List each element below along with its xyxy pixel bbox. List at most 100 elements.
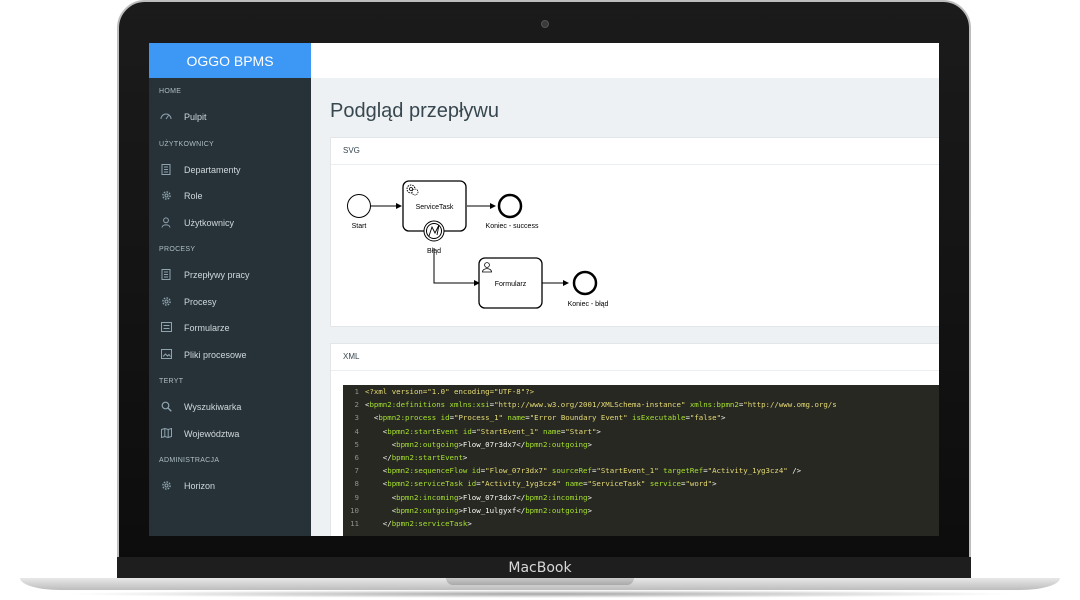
sidebar-item-label: Pliki procesowe bbox=[184, 349, 247, 360]
sidebar-item-label: Departamenty bbox=[184, 164, 241, 175]
code-token: bpmn2:incoming bbox=[525, 492, 588, 502]
screen: OGGO BPMS HOME Pulpit UŻYTKOWNICY Depart… bbox=[149, 43, 939, 536]
gear-icon bbox=[159, 190, 173, 202]
code-line: 7 <bpmn2:sequenceFlow id="Flow_07r3dx7" … bbox=[343, 464, 939, 477]
sidebar-item-label: Formularze bbox=[184, 323, 230, 333]
code-token: targetRef bbox=[658, 466, 704, 476]
image-icon bbox=[159, 348, 173, 361]
code-token: id bbox=[436, 413, 450, 423]
code-token: "Process_1" bbox=[454, 413, 503, 423]
sidebar-item-label: Przepływy pracy bbox=[184, 270, 250, 280]
code-token: id bbox=[462, 479, 477, 489]
code-token: > bbox=[587, 439, 592, 449]
sidebar-item-pulpit[interactable]: Pulpit bbox=[149, 104, 311, 131]
line-number: 9 bbox=[354, 492, 359, 502]
code-token: id bbox=[467, 466, 481, 476]
end-event-success[interactable] bbox=[497, 193, 523, 219]
code-line: 1 <?xml version="1.0" encoding="UTF-8"?> bbox=[343, 385, 939, 398]
code-line: 3 <bpmn2:process id="Process_1" name="Er… bbox=[343, 411, 939, 424]
code-token: "StartEvent_1" bbox=[476, 426, 539, 436]
sidebar-item-label: Województwa bbox=[184, 428, 240, 439]
code-token: bpmn2:startEvent bbox=[391, 452, 463, 462]
sidebar-section-administracja: ADMINISTRACJA bbox=[159, 457, 220, 464]
sidebar-item-horizon[interactable]: Horizon bbox=[149, 473, 311, 500]
code-token: bpmn2:outgoing bbox=[525, 505, 588, 515]
svg-card: SVG Start ServiceTask Błąd Koniec - succ… bbox=[330, 137, 939, 327]
building-icon bbox=[159, 163, 173, 176]
app-logo[interactable]: OGGO BPMS bbox=[149, 43, 311, 78]
code-token: >Flow_07r3dx7</ bbox=[458, 492, 526, 502]
form-icon bbox=[159, 322, 173, 334]
end-event-error-label: Koniec - błąd bbox=[568, 301, 609, 308]
code-line: 8 <bpmn2:serviceTask id="Activity_1yg3cz… bbox=[343, 477, 939, 490]
user-icon bbox=[159, 217, 173, 229]
code-token: bpmn2:process bbox=[378, 413, 437, 423]
code-line: 10 <bpmn2:outgoing>Flow_1ulgyxf</bpmn2:o… bbox=[343, 504, 939, 517]
code-token: bpmn2:sequenceFlow bbox=[387, 466, 468, 476]
sidebar-item-label: Wyszukiwarka bbox=[184, 402, 242, 412]
sidebar-item-label: Horizon bbox=[184, 481, 216, 491]
code-token: </ bbox=[365, 518, 392, 528]
code-line: 4 <bpmn2:startEvent id="StartEvent_1" na… bbox=[343, 425, 939, 438]
code-token: name bbox=[502, 413, 526, 423]
sidebar-section-home: HOME bbox=[159, 88, 182, 95]
code-token: "http://www.w3.org/2001/XMLSchema-instan… bbox=[494, 400, 686, 410]
start-event[interactable] bbox=[347, 194, 371, 218]
line-number: 3 bbox=[354, 413, 359, 423]
form-task-label: Formularz bbox=[495, 281, 527, 288]
code-token: < bbox=[365, 479, 388, 489]
main-content: Podgląd przepływu SVG Start ServiceTask … bbox=[311, 78, 939, 536]
laptop-shadow bbox=[60, 590, 1020, 598]
gear-icon bbox=[159, 480, 173, 492]
sidebar-item-uzytkownicy[interactable]: Użytkownicy bbox=[149, 210, 311, 237]
sidebar-item-pliki-procesowe[interactable]: Pliki procesowe bbox=[149, 342, 311, 369]
sidebar-section-procesy: PROCESY bbox=[159, 246, 196, 253]
line-number: 10 bbox=[350, 505, 359, 515]
camera-icon bbox=[541, 20, 549, 28]
xml-card: XML 1 <?xml version="1.0" encoding="UTF-8… bbox=[330, 343, 939, 536]
sidebar-item-departamenty[interactable]: Departamenty bbox=[149, 157, 311, 184]
error-event-label: Błąd bbox=[427, 248, 441, 255]
code-token: > bbox=[721, 413, 726, 423]
svg-card-header: SVG bbox=[331, 138, 939, 165]
code-token: "Start" bbox=[565, 426, 597, 436]
laptop-base-notch bbox=[446, 578, 634, 585]
code-token: bpmn2:outgoing bbox=[525, 439, 588, 449]
code-token: bpmn2:incoming bbox=[396, 492, 459, 502]
code-token: >Flow_1ulgyxf</ bbox=[458, 505, 526, 515]
code-token: bpmn2:serviceTask bbox=[387, 479, 463, 489]
code-line: 2 <bpmn2:definitions xmlns:xsi="http://ww… bbox=[343, 398, 939, 411]
code-token: bpmn2:definitions bbox=[369, 400, 446, 410]
code-token: "Flow_07r3dx7" bbox=[485, 466, 548, 476]
code-token: </ bbox=[365, 452, 392, 462]
sidebar-section-users: UŻYTKOWNICY bbox=[159, 140, 215, 148]
sidebar-item-label: Użytkownicy bbox=[184, 217, 235, 228]
code-token: "Activity_1yg3cz4" bbox=[480, 479, 561, 489]
line-number: 6 bbox=[354, 452, 359, 462]
sidebar-item-procesy[interactable]: Procesy bbox=[149, 289, 311, 316]
code-token: xmlns:bpmn2 bbox=[685, 400, 739, 410]
sidebar-item-role[interactable]: Role bbox=[149, 183, 311, 210]
code-token: id bbox=[458, 426, 472, 436]
code-token: < bbox=[365, 492, 397, 502]
building-icon bbox=[159, 269, 173, 281]
code-token: < bbox=[365, 439, 397, 449]
device-brand-label: MacBook bbox=[508, 560, 572, 576]
sidebar-item-przeplywy-pracy[interactable]: Przepływy pracy bbox=[149, 262, 311, 289]
xml-code-editor[interactable]: 1 <?xml version="1.0" encoding="UTF-8"?> 2… bbox=[343, 385, 939, 536]
sidebar-item-wojewodztwa[interactable]: Województwa bbox=[149, 421, 311, 448]
sidebar-item-formularze[interactable]: Formularze bbox=[149, 315, 311, 342]
sidebar-item-wyszukiwarka[interactable]: Wyszukiwarka bbox=[149, 394, 311, 421]
code-token: sourceRef bbox=[547, 466, 592, 476]
code-token: /> bbox=[787, 466, 802, 476]
line-number: 8 bbox=[354, 479, 359, 489]
code-token: < bbox=[365, 413, 379, 423]
code-token: "Error Boundary Event" bbox=[529, 413, 628, 423]
code-line: 6 </bpmn2:startEvent> bbox=[343, 451, 939, 464]
code-token: >Flow_07r3dx7</ bbox=[458, 439, 526, 449]
sidebar-item-label: Role bbox=[184, 191, 203, 201]
code-line: 5 <bpmn2:outgoing>Flow_07r3dx7</bpmn2:ou… bbox=[343, 438, 939, 451]
end-event-error[interactable] bbox=[572, 270, 598, 296]
sidebar-section-teryt: TERYT bbox=[159, 378, 184, 385]
start-event-label: Start bbox=[352, 223, 367, 230]
